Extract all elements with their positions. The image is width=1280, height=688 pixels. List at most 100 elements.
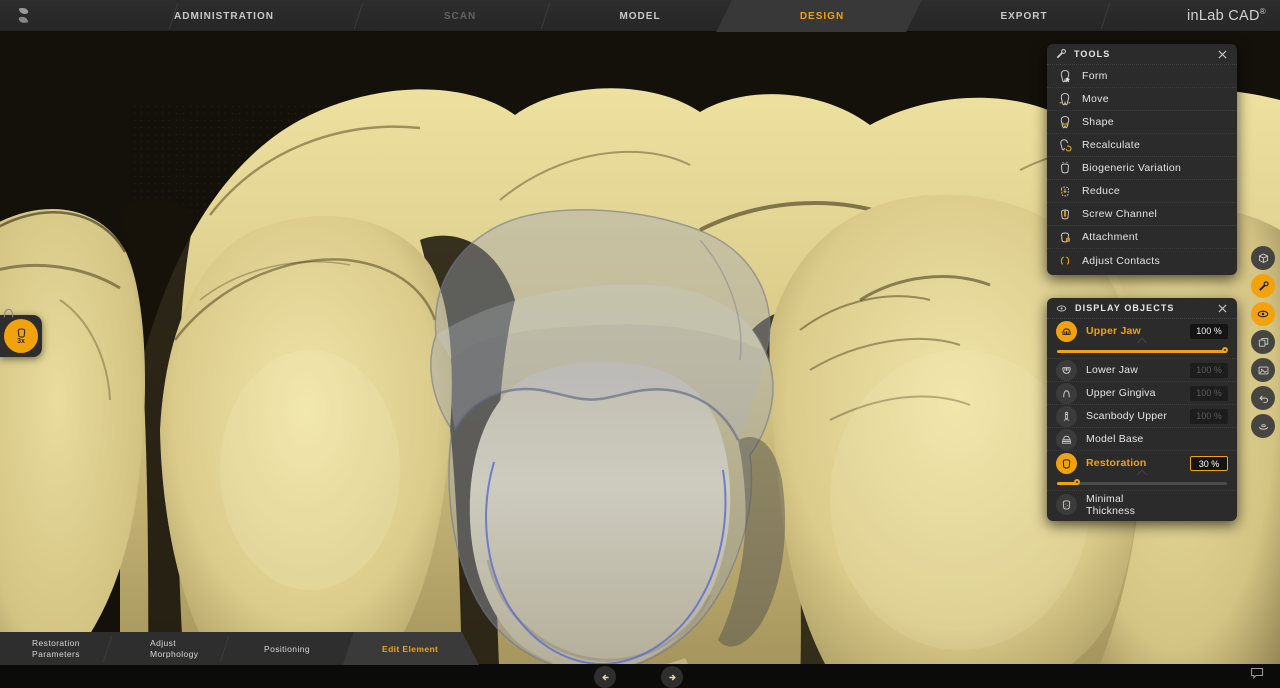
phase-tab-model[interactable]: MODEL — [619, 11, 660, 22]
sirona-logo — [14, 6, 33, 30]
lower-jaw-icon — [1056, 360, 1077, 381]
opacity-value[interactable]: 100 % — [1190, 363, 1228, 378]
restoration-slider-row — [1047, 475, 1237, 491]
tool-item-form[interactable]: Form — [1047, 65, 1237, 88]
restoration-opacity-slider[interactable] — [1057, 476, 1227, 490]
tab-separator — [1101, 3, 1110, 29]
phase-tab-export[interactable]: EXPORT — [1000, 11, 1047, 22]
display-row-label: Lower Jaw — [1086, 364, 1181, 376]
upper-gingiva-icon — [1056, 383, 1077, 404]
next-step-button[interactable] — [661, 666, 683, 688]
undo-icon — [1257, 392, 1270, 405]
tool-item-screw-channel[interactable]: Screw Channel — [1047, 203, 1237, 226]
display-row-scanbody-upper[interactable]: Scanbody Upper 100 % — [1047, 405, 1237, 428]
tool-item-label: Adjust Contacts — [1082, 255, 1160, 267]
step-tab-restoration-parameters[interactable]: Restoration Parameters — [32, 638, 80, 659]
undo-button[interactable] — [1251, 386, 1275, 410]
step-tab-positioning[interactable]: Positioning — [264, 644, 310, 655]
scanbody-upper-icon — [1056, 406, 1077, 427]
screenshot-icon — [1257, 364, 1270, 377]
display-row-label: Minimal Thickness — [1086, 493, 1160, 517]
step-label-line: Positioning — [264, 644, 310, 655]
screenshot-button[interactable] — [1251, 358, 1275, 382]
display-row-minimal-thickness[interactable]: Minimal Thickness — [1047, 491, 1237, 518]
display-row-lower-jaw[interactable]: Lower Jaw 100 % — [1047, 359, 1237, 382]
tool-item-shape[interactable]: Shape — [1047, 111, 1237, 134]
display-objects-title: DISPLAY OBJECTS — [1075, 303, 1208, 313]
close-icon[interactable] — [1215, 301, 1229, 315]
adjust-contacts-icon — [1058, 254, 1072, 268]
view-cube-icon — [1257, 252, 1270, 265]
restoration-indicator-tab[interactable]: 3x — [0, 315, 42, 357]
tools-icon — [1257, 280, 1270, 293]
step-tab-edit-element[interactable]: Edit Element — [382, 644, 438, 655]
display-row-model-base[interactable]: Model Base — [1047, 428, 1237, 451]
slider-handle[interactable] — [1074, 479, 1080, 485]
attachment-icon — [1058, 230, 1072, 244]
slider-handle[interactable] — [1222, 347, 1228, 353]
recalculate-icon — [1058, 138, 1072, 152]
previous-step-button[interactable] — [594, 666, 616, 688]
display-row-label: Restoration — [1086, 457, 1181, 469]
opacity-value[interactable]: 100 % — [1190, 409, 1228, 424]
jaw-motion-button[interactable] — [1251, 414, 1275, 438]
tab-separator — [541, 3, 550, 29]
display-objects-button[interactable] — [1251, 302, 1275, 326]
phase-tab-scan[interactable]: SCAN — [444, 11, 476, 22]
tool-item-recalculate[interactable]: Recalculate — [1047, 134, 1237, 157]
step-label-line: Morphology — [150, 649, 198, 660]
opacity-value[interactable]: 100 % — [1190, 324, 1228, 339]
phase-navigation-bar: ADMINISTRATION SCAN MODEL DESIGN EXPORT … — [0, 0, 1280, 32]
shape-icon — [1058, 115, 1072, 129]
display-objects-eye-icon — [1256, 307, 1270, 321]
tool-item-adjust-contacts[interactable]: Adjust Contacts — [1047, 249, 1237, 272]
tab-separator — [354, 3, 363, 29]
display-objects-header: DISPLAY OBJECTS — [1047, 298, 1237, 319]
tool-item-move[interactable]: Move — [1047, 88, 1237, 111]
badge-count: 3x — [17, 338, 25, 345]
tool-item-reduce[interactable]: Reduce — [1047, 180, 1237, 203]
slider-track — [1057, 482, 1227, 485]
display-objects-panel: DISPLAY OBJECTS Upper Jaw 100 % L — [1047, 298, 1237, 521]
tools-button[interactable] — [1251, 274, 1275, 298]
biogeneric-variation-icon — [1058, 161, 1072, 175]
wrench-icon — [1055, 48, 1067, 60]
close-icon[interactable] — [1215, 47, 1229, 61]
restoration-indicator-badge[interactable]: 3x — [4, 319, 38, 353]
form-icon — [1058, 69, 1072, 83]
display-row-upper-gingiva[interactable]: Upper Gingiva 100 % — [1047, 382, 1237, 405]
jaw-motion-icon — [1257, 420, 1270, 433]
phase-tab-administration[interactable]: ADMINISTRATION — [174, 11, 274, 22]
tool-item-label: Shape — [1082, 116, 1114, 128]
view-cube-button[interactable] — [1251, 246, 1275, 270]
move-icon — [1058, 92, 1072, 106]
display-row-label: Scanbody Upper — [1086, 410, 1181, 422]
case-data-icon — [1257, 336, 1270, 349]
case-data-button[interactable] — [1251, 330, 1275, 354]
feedback-button[interactable] — [1249, 666, 1267, 682]
model-base-icon — [1056, 429, 1077, 450]
display-row-label: Upper Gingiva — [1086, 387, 1181, 399]
restoration-icon — [1056, 453, 1077, 474]
screw-channel-icon — [1058, 207, 1072, 221]
step-label-line: Restoration — [32, 638, 80, 649]
tool-item-biogeneric-variation[interactable]: Biogeneric Variation — [1047, 157, 1237, 180]
tools-panel-title: TOOLS — [1074, 49, 1208, 59]
step-separator — [220, 636, 229, 662]
opacity-value[interactable]: 100 % — [1190, 386, 1228, 401]
eye-icon — [1055, 302, 1068, 315]
tool-item-attachment[interactable]: Attachment — [1047, 226, 1237, 249]
tool-item-label: Move — [1082, 93, 1109, 105]
step-navigation-bar: Restoration Parameters Adjust Morphology… — [0, 632, 482, 665]
tools-panel: TOOLS Form Move Shape — [1047, 44, 1237, 275]
minimal-thickness-icon — [1056, 494, 1077, 515]
step-tab-adjust-morphology[interactable]: Adjust Morphology — [150, 638, 198, 659]
upper-jaw-opacity-slider[interactable] — [1057, 344, 1227, 358]
product-name: inLab CAD® — [1187, 7, 1266, 24]
tool-item-label: Attachment — [1082, 231, 1138, 243]
upper-jaw-icon — [1056, 321, 1077, 342]
tool-item-label: Screw Channel — [1082, 208, 1157, 220]
phase-tab-design[interactable]: DESIGN — [800, 11, 844, 22]
step-label-line: Edit Element — [382, 644, 438, 655]
opacity-value[interactable]: 30 % — [1190, 456, 1228, 471]
